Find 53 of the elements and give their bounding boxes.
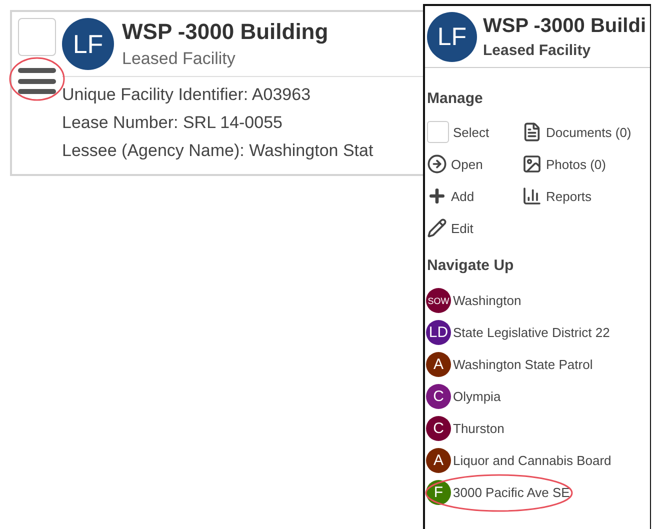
facility-detail: Lessee (Agency Name): Washington Stat <box>62 140 374 162</box>
facility-badge: LF <box>427 12 477 62</box>
menu-action[interactable]: Documents (0) <box>522 121 650 143</box>
action-label: Add <box>451 188 474 204</box>
menu-title: WSP -3000 Buildi <box>483 15 646 38</box>
facility-detail: Lease Number: SRL 14-0055 <box>62 112 284 134</box>
navigate-item[interactable]: SOW Washington <box>426 288 650 313</box>
navigate-item[interactable]: LD State Legislative District 22 <box>426 320 650 345</box>
section-heading: Manage <box>426 89 484 109</box>
level-badge: SOW <box>426 288 451 313</box>
level-badge: C <box>426 416 451 441</box>
level-badge: LD <box>426 320 451 345</box>
navigate-item[interactable]: A Liquor and Cannabis Board <box>426 448 650 473</box>
navigate-label: State Legislative District 22 <box>453 325 610 340</box>
level-badge: A <box>426 448 451 473</box>
navigate-label: Thurston <box>453 421 504 436</box>
pencil-icon <box>427 218 447 238</box>
facility-type: Leased Facility <box>122 49 236 69</box>
plus-icon <box>427 186 447 206</box>
image-icon <box>522 154 542 174</box>
menu-action[interactable]: Add <box>427 185 522 207</box>
menu-subtitle: Leased Facility <box>483 42 592 59</box>
action-label: Edit <box>451 220 474 236</box>
navigate-item[interactable]: C Thurston <box>426 416 650 441</box>
navigate-item[interactable]: C Olympia <box>426 384 650 409</box>
bar-chart-icon <box>522 186 542 206</box>
arrow-circle-icon <box>427 154 447 174</box>
facility-title: WSP -3000 Building <box>122 19 328 45</box>
navigate-label: Olympia <box>453 389 501 404</box>
navigate-label: Washington <box>453 293 522 308</box>
navigate-label: Washington State Patrol <box>453 357 593 372</box>
select-checkbox[interactable] <box>427 121 449 143</box>
document-icon <box>522 122 542 142</box>
action-label: Select <box>453 124 490 140</box>
action-label: Reports <box>546 188 592 204</box>
action-label: Open <box>451 156 483 172</box>
level-badge: A <box>426 352 451 377</box>
navigate-label: Liquor and Cannabis Board <box>453 453 612 468</box>
menu-action[interactable]: Open <box>427 153 522 175</box>
menu-action[interactable]: Reports <box>522 185 650 207</box>
navigate-item[interactable]: A Washington State Patrol <box>426 352 650 377</box>
menu-action[interactable]: Edit <box>427 217 522 239</box>
select-checkbox[interactable] <box>18 18 56 56</box>
navigate-item[interactable]: F 3000 Pacific Ave SE <box>426 480 650 505</box>
level-badge: C <box>426 384 451 409</box>
action-label: Photos (0) <box>546 156 606 172</box>
action-label: Documents (0) <box>546 124 632 140</box>
facility-badge: LF <box>62 18 114 70</box>
menu-action[interactable]: Select <box>427 121 522 143</box>
menu-icon[interactable] <box>18 68 56 94</box>
section-heading: Navigate Up <box>426 256 515 276</box>
navigate-label: 3000 Pacific Ave SE <box>453 485 570 500</box>
menu-action[interactable]: Photos (0) <box>522 153 650 175</box>
